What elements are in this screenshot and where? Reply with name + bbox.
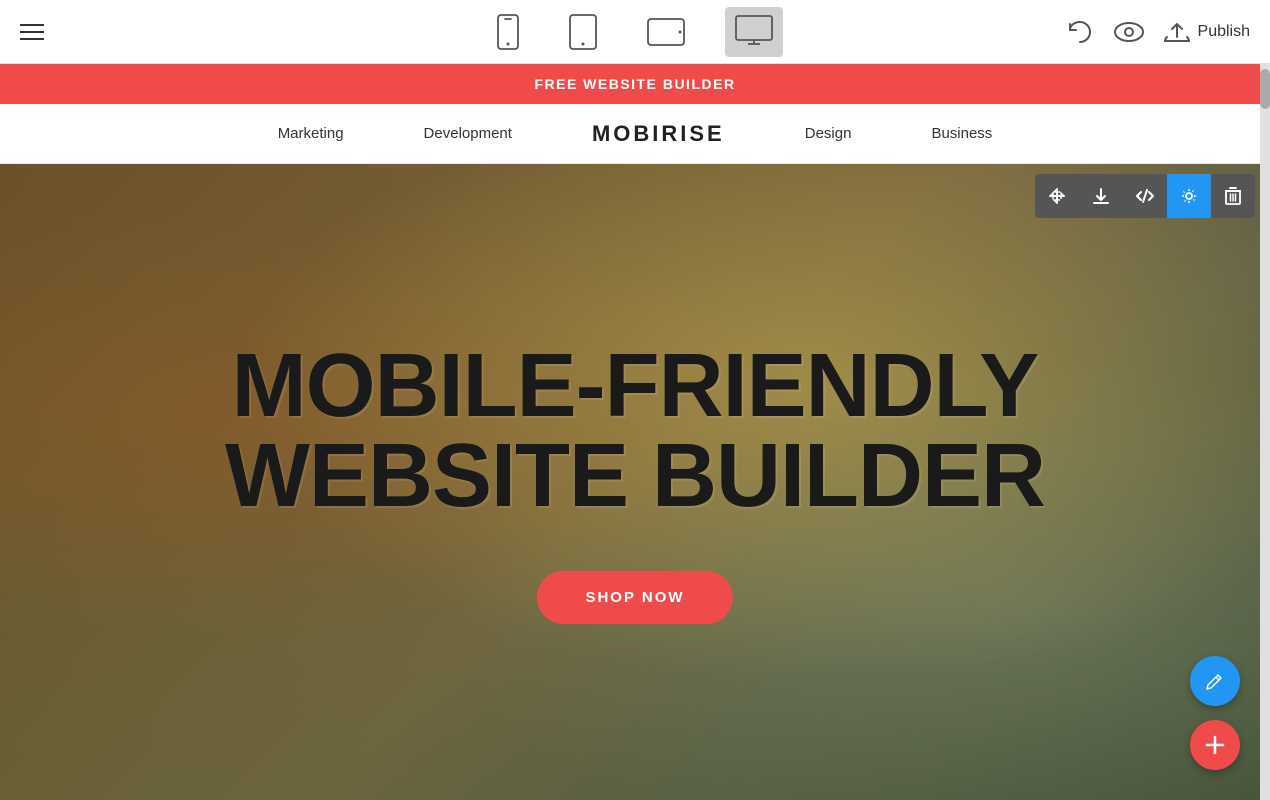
tablet-landscape-icon (647, 18, 685, 46)
publish-label: Publish (1198, 23, 1250, 41)
nav-link-development[interactable]: Development (424, 125, 512, 142)
hero-title: MOBILE-FRIENDLY WEBSITE BUILDER (225, 341, 1045, 521)
fab-add-button[interactable] (1190, 720, 1240, 770)
fab-container (1190, 656, 1240, 770)
desktop-view-button[interactable] (725, 7, 783, 57)
eye-icon (1114, 21, 1144, 43)
desktop-icon (735, 15, 773, 49)
toolbar-left (0, 24, 44, 40)
shop-now-button[interactable]: SHOP NOW (537, 571, 732, 624)
mobile-icon (497, 14, 519, 50)
publish-button[interactable]: Publish (1164, 21, 1250, 43)
banner-bar: FREE WEBSITE BUILDER (0, 64, 1270, 104)
section-toolbar (1035, 174, 1255, 218)
scrollbar-thumb (1260, 69, 1270, 109)
nav-link-business[interactable]: Business (931, 125, 992, 142)
nav-bar: Marketing Development MOBIRISE Design Bu… (0, 104, 1270, 164)
section-code-button[interactable] (1123, 174, 1167, 218)
section-delete-button[interactable] (1211, 174, 1255, 218)
move-icon (1048, 187, 1066, 205)
code-icon (1136, 187, 1154, 205)
nav-link-marketing[interactable]: Marketing (278, 125, 344, 142)
trash-icon (1225, 187, 1241, 205)
toolbar-center (487, 6, 783, 58)
banner-text: FREE WEBSITE BUILDER (534, 76, 735, 92)
top-toolbar: Publish (0, 0, 1270, 64)
gear-icon (1180, 187, 1198, 205)
undo-button[interactable] (1066, 20, 1094, 44)
mobile-view-button[interactable] (487, 6, 529, 58)
tablet-icon (569, 14, 597, 50)
fab-edit-button[interactable] (1190, 656, 1240, 706)
toolbar-right: Publish (1066, 20, 1270, 44)
hamburger-icon (20, 24, 44, 40)
hero-content: MOBILE-FRIENDLY WEBSITE BUILDER SHOP NOW (0, 164, 1270, 800)
hero-title-line2: WEBSITE BUILDER (225, 426, 1045, 526)
pencil-icon (1205, 671, 1225, 691)
tablet-view-button[interactable] (559, 6, 607, 58)
hero-title-line1: MOBILE-FRIENDLY (232, 336, 1039, 436)
plus-icon (1204, 734, 1226, 756)
hero-section: MOBILE-FRIENDLY WEBSITE BUILDER SHOP NOW (0, 164, 1270, 800)
section-move-button[interactable] (1035, 174, 1079, 218)
nav-link-design[interactable]: Design (805, 125, 852, 142)
download-icon (1092, 187, 1110, 205)
scrollbar-track[interactable] (1260, 64, 1270, 800)
section-settings-button[interactable] (1167, 174, 1211, 218)
menu-button[interactable] (20, 24, 44, 40)
section-download-button[interactable] (1079, 174, 1123, 218)
publish-icon (1164, 21, 1190, 43)
tablet-landscape-button[interactable] (637, 10, 695, 54)
undo-icon (1066, 20, 1094, 44)
nav-logo: MOBIRISE (592, 121, 725, 147)
preview-button[interactable] (1114, 21, 1144, 43)
